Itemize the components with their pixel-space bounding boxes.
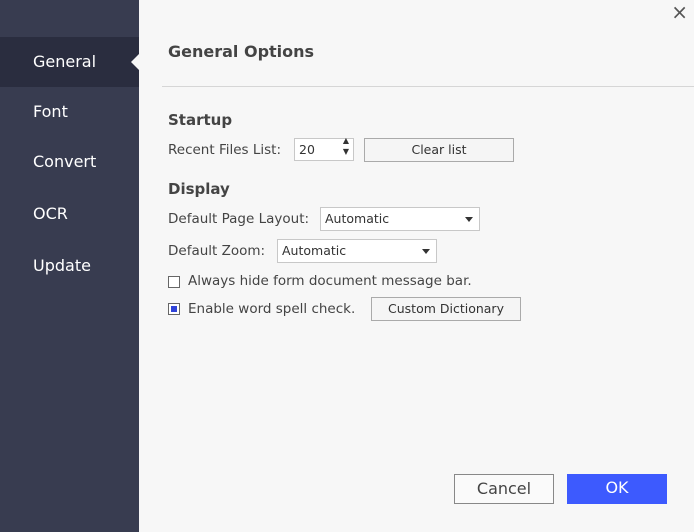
hide-bar-checkbox[interactable]	[168, 276, 180, 288]
spell-check-label: Enable word spell check.	[188, 301, 356, 317]
page-title: General Options	[168, 42, 315, 61]
default-zoom-select[interactable]: Automatic	[277, 239, 437, 263]
startup-heading: Startup	[168, 111, 233, 129]
display-heading: Display	[168, 180, 230, 198]
sidebar-item-general[interactable]: General	[0, 37, 139, 87]
page-layout-select[interactable]: Automatic	[320, 207, 480, 231]
recent-files-stepper[interactable]: 20 ▲ ▼	[294, 135, 354, 161]
clear-list-button[interactable]: Clear list	[364, 138, 514, 162]
sidebar-item-update[interactable]: Update	[0, 241, 139, 291]
custom-dictionary-button[interactable]: Custom Dictionary	[371, 297, 521, 321]
chevron-down-icon	[465, 217, 473, 226]
close-icon[interactable]: ×	[671, 0, 688, 24]
sidebar-item-convert[interactable]: Convert	[0, 137, 139, 187]
chevron-down-icon	[422, 249, 430, 258]
hide-bar-label: Always hide form document message bar.	[188, 273, 472, 289]
spell-check-checkbox[interactable]	[168, 303, 180, 315]
sidebar-item-ocr[interactable]: OCR	[0, 189, 139, 239]
stepper-arrows-icon[interactable]: ▲ ▼	[343, 135, 349, 157]
ok-button[interactable]: OK	[567, 474, 667, 504]
divider	[162, 86, 694, 87]
cancel-button[interactable]: Cancel	[454, 474, 554, 504]
sidebar-item-font[interactable]: Font	[0, 87, 139, 137]
sidebar: General Font Convert OCR Update	[0, 0, 139, 532]
recent-files-label: Recent Files List:	[168, 142, 282, 158]
page-layout-value: Automatic	[325, 211, 390, 226]
default-zoom-value: Automatic	[282, 243, 347, 258]
recent-files-value: 20	[299, 142, 315, 157]
default-zoom-label: Default Zoom:	[168, 243, 266, 259]
page-layout-label: Default Page Layout:	[168, 211, 310, 227]
